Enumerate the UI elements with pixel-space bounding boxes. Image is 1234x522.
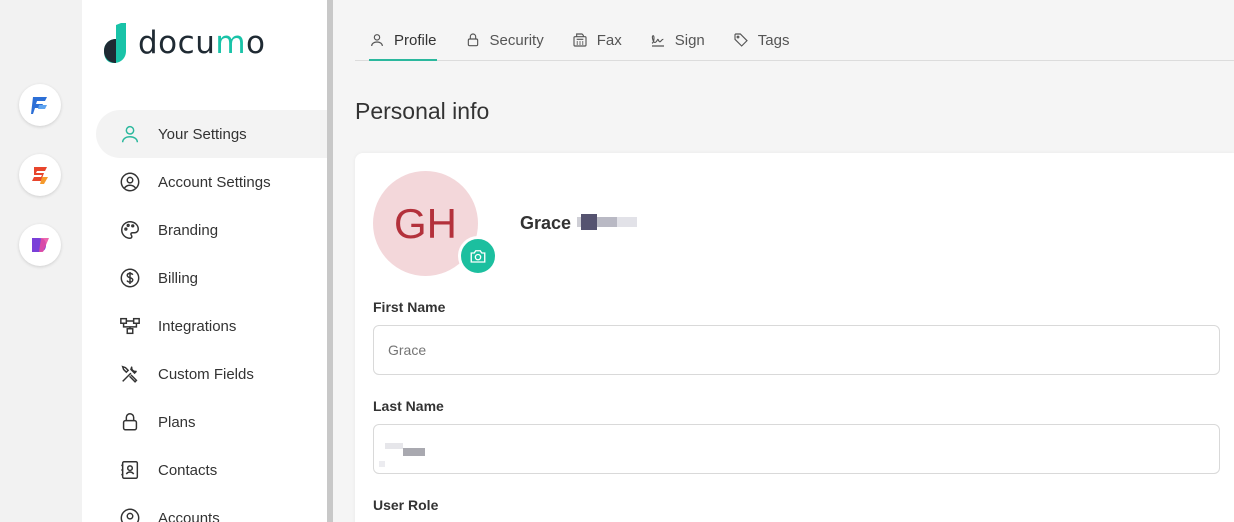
fax-app-icon [31, 97, 47, 114]
documo-logo[interactable]: documo [102, 22, 266, 64]
dollar-icon [118, 266, 142, 290]
first-name-input[interactable] [373, 325, 1220, 375]
user-first-name-text: Grace [520, 213, 572, 233]
sidebar-item-label: Accounts [158, 509, 220, 522]
user-circle-icon [118, 170, 142, 194]
sign-app-icon [32, 167, 48, 184]
sidebar-item-label: Contacts [158, 461, 218, 479]
user-role-label: User Role [373, 497, 439, 513]
tab-tags[interactable]: Tags [719, 20, 804, 60]
fax-app-button[interactable] [19, 84, 61, 126]
settings-sidebar: documo Your Settings Account Settings Br… [82, 0, 336, 522]
sidebar-item-contacts[interactable]: Contacts [96, 446, 336, 494]
sidebar-item-branding[interactable]: Branding [96, 206, 336, 254]
docs-app-button[interactable] [19, 224, 61, 266]
user-icon [118, 122, 142, 146]
fax-icon [573, 33, 587, 47]
tab-sign[interactable]: Sign [636, 20, 719, 60]
section-title: Personal info [355, 98, 490, 124]
documo-logo-icon [104, 23, 126, 63]
sidebar-item-custom-fields[interactable]: Custom Fields [96, 350, 336, 398]
app-switcher-rail [0, 0, 82, 522]
integrations-icon [118, 314, 142, 338]
sign-app-button[interactable] [19, 154, 61, 196]
change-photo-button[interactable] [458, 236, 498, 276]
sidebar-item-label: Billing [158, 269, 199, 287]
lock-icon [118, 410, 142, 434]
camera-icon [470, 250, 486, 263]
user-name: Grace [520, 213, 638, 234]
sidebar-item-label: Custom Fields [158, 365, 254, 383]
tab-label: Sign [674, 31, 705, 49]
settings-tabs: Profile Security Fax Sign Tags [355, 20, 1234, 61]
sidebar-nav: Your Settings Account Settings Branding … [96, 110, 336, 522]
tab-profile[interactable]: Profile [355, 20, 451, 61]
tab-security[interactable]: Security [451, 20, 558, 60]
tools-icon [118, 362, 142, 386]
accounts-icon [118, 506, 142, 522]
signature-icon [651, 35, 664, 47]
sidebar-item-plans[interactable]: Plans [96, 398, 336, 446]
sidebar-item-label: Plans [158, 413, 196, 431]
sidebar-item-label: Branding [158, 221, 219, 239]
sidebar-item-account-settings[interactable]: Account Settings [96, 158, 336, 206]
tab-label: Security [489, 31, 544, 49]
main-content: Profile Security Fax Sign Tags Personal … [333, 0, 1234, 522]
logo-text: documo [138, 25, 266, 61]
user-icon [371, 34, 383, 47]
tag-icon [734, 33, 748, 47]
personal-info-card: GH Grace First Name Last Name User Role [355, 153, 1234, 522]
sidebar-item-label: Account Settings [158, 173, 271, 191]
tab-label: Profile [394, 31, 437, 49]
first-name-label: First Name [373, 299, 446, 315]
palette-icon [118, 218, 142, 242]
sidebar-item-label: Integrations [158, 317, 237, 335]
docs-app-icon [32, 238, 49, 252]
sidebar-item-label: Your Settings [158, 125, 247, 143]
redacted-surname [577, 214, 638, 230]
sidebar-item-accounts[interactable]: Accounts [96, 494, 336, 522]
tab-label: Fax [596, 31, 622, 49]
contacts-icon [118, 458, 142, 482]
sidebar-item-your-settings[interactable]: Your Settings [96, 110, 336, 158]
last-name-label: Last Name [373, 398, 444, 414]
sidebar-item-billing[interactable]: Billing [96, 254, 336, 302]
tab-fax[interactable]: Fax [558, 20, 636, 60]
sidebar-item-integrations[interactable]: Integrations [96, 302, 336, 350]
last-name-input[interactable] [373, 424, 1220, 474]
lock-icon [467, 33, 478, 47]
tab-label: Tags [757, 31, 790, 49]
